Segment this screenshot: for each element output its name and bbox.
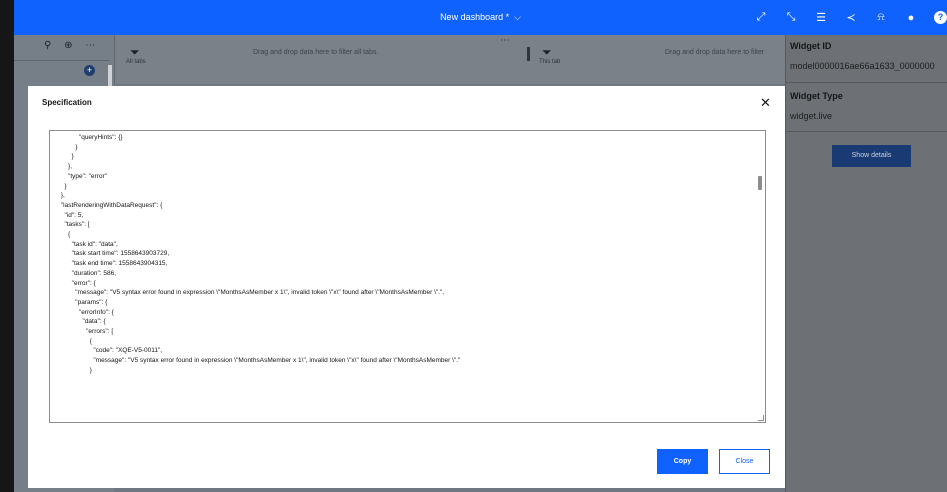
add-source-icon[interactable]: +: [84, 65, 95, 76]
side-panel-divider: [786, 82, 947, 83]
code-line: "code": "XQE-V5-0011",: [50, 347, 163, 355]
show-details-button[interactable]: Show details: [832, 145, 911, 167]
side-panel-divider: [786, 131, 947, 132]
code-line: }: [50, 366, 92, 374]
this-tab-label: This tab: [539, 59, 561, 65]
filter-funnel-icon: ⏷: [542, 45, 552, 59]
properties-side-panel: Widget ID model0000016ae66a1633_0000000 …: [785, 35, 947, 492]
code-line: "task start time": 1558643903729,: [50, 250, 170, 258]
this-tab-drop-hint[interactable]: Drag and drop data here to filter: [665, 49, 764, 56]
code-line: "id": 5,: [50, 211, 84, 219]
all-tabs-label: All tabs: [126, 59, 146, 65]
code-scrollbar[interactable]: [756, 131, 764, 422]
expand-icon[interactable]: ⤢: [746, 11, 776, 24]
code-line: "task id": "data",: [50, 240, 118, 248]
code-line: }: [50, 182, 67, 190]
widget-type-value: widget.live: [790, 111, 833, 121]
code-line: "tasks": [: [50, 221, 90, 229]
specification-code-area[interactable]: "queryHints": {} } } }, "type": "error" …: [49, 130, 766, 423]
overflow-menu-icon[interactable]: ⋯: [500, 35, 510, 46]
code-line: {: [50, 231, 71, 239]
code-line: "queryHints": {}: [50, 134, 123, 141]
all-tabs-drop-hint[interactable]: Drag and drop data here to filter all ta…: [253, 49, 378, 56]
left-edge-strip: [0, 0, 14, 492]
resize-handle-icon[interactable]: [758, 415, 764, 421]
widget-id-label: Widget ID: [790, 41, 832, 51]
notifications-icon[interactable]: ⍾: [866, 11, 896, 24]
left-panel-tools[interactable]: ⚲ ⊕ ⋯: [44, 40, 100, 51]
code-line: "errors": [: [50, 328, 114, 336]
top-bar-icons: ⤢ ⤡ ☰ ≺ ⍾ ● ?: [746, 0, 947, 35]
code-line: "lastRenderingWithDataRequest": {: [50, 201, 163, 209]
code-line: {: [50, 337, 92, 345]
pin-icon[interactable]: ⤡: [776, 11, 806, 24]
code-line: },: [50, 192, 65, 200]
code-line: },: [50, 163, 73, 171]
filter-divider: [527, 47, 530, 61]
filter-settings-icon[interactable]: ☰: [806, 11, 836, 24]
code-scrollbar-thumb[interactable]: [758, 176, 762, 190]
close-button[interactable]: Close: [719, 449, 770, 474]
code-line: "message": "V5 syntax error found in exp…: [50, 289, 445, 297]
top-bar: New dashboard * ⌵ ⤢ ⤡ ☰ ≺ ⍾ ● ?: [14, 0, 947, 35]
help-icon[interactable]: ?: [934, 11, 947, 24]
code-line: "params": {: [50, 298, 108, 306]
specification-json-text[interactable]: "queryHints": {} } } }, "type": "error" …: [50, 133, 750, 376]
code-line: "error": {: [50, 279, 96, 287]
dashboard-title[interactable]: New dashboard *: [440, 12, 509, 22]
copy-button[interactable]: Copy: [657, 449, 708, 474]
code-line: }: [50, 153, 74, 161]
modal-title: Specification: [42, 98, 92, 107]
share-icon[interactable]: ≺: [836, 11, 866, 24]
filter-funnel-icon: ⏷: [130, 45, 140, 59]
code-line: "type": "error": [50, 172, 107, 180]
code-line: }: [50, 143, 78, 151]
close-icon[interactable]: ✕: [760, 96, 771, 109]
filter-bar: ⏷ All tabs Drag and drop data here to fi…: [114, 35, 785, 84]
code-line: "task end time": 1558643904315,: [50, 260, 168, 268]
left-panel-divider: [14, 60, 110, 61]
chevron-down-icon[interactable]: ⌵: [514, 0, 521, 35]
code-line: "errorInfo": {: [50, 308, 114, 316]
widget-type-label: Widget Type: [790, 91, 843, 101]
specification-modal: Specification ✕ "queryHints": {} } } }, …: [28, 86, 785, 488]
widget-id-value: model0000016ae66a1633_0000000: [790, 61, 935, 71]
code-line: "duration": 586,: [50, 269, 117, 277]
user-icon[interactable]: ●: [896, 12, 926, 24]
code-line: "data": {: [50, 318, 106, 326]
code-line: "message": "V5 syntax error found in exp…: [50, 357, 461, 365]
